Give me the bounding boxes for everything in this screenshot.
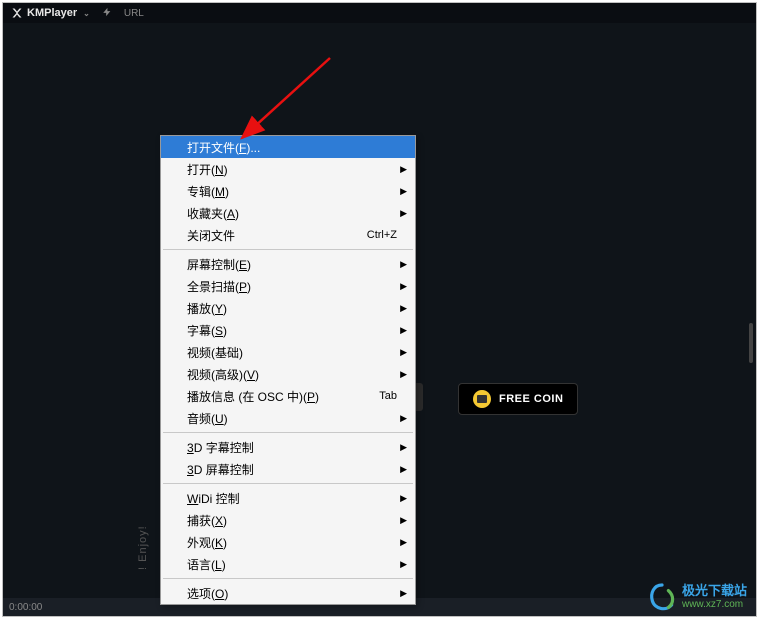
watermark-cn: 极光下载站 <box>682 584 747 598</box>
menu-item-0[interactable]: 打开文件(F)... <box>161 136 415 158</box>
submenu-arrow-icon: ▶ <box>400 281 407 292</box>
submenu-arrow-icon: ▶ <box>400 442 407 453</box>
menu-item-12[interactable]: 播放信息 (在 OSC 中)(P)Tab <box>161 385 415 407</box>
menu-item-label: 专辑(M) <box>187 183 403 200</box>
submenu-arrow-icon: ▶ <box>400 559 407 570</box>
submenu-arrow-icon: ▶ <box>400 369 407 380</box>
watermark-icon <box>646 581 678 613</box>
app-logo[interactable]: KMPlayer ⌄ <box>11 7 90 19</box>
menu-item-label: 播放信息 (在 OSC 中)(P) <box>187 388 379 405</box>
coin-icon <box>473 390 491 408</box>
kmplayer-icon <box>11 7 23 19</box>
submenu-arrow-icon: ▶ <box>400 537 407 548</box>
menu-shortcut: Tab <box>379 390 397 402</box>
submenu-arrow-icon: ▶ <box>400 325 407 336</box>
menu-item-15[interactable]: 3D 字幕控制▶ <box>161 436 415 458</box>
dropdown-caret-icon: ⌄ <box>83 9 90 18</box>
menu-item-18[interactable]: WiDi 控制▶ <box>161 487 415 509</box>
menu-item-label: WiDi 控制 <box>187 490 403 507</box>
menu-item-19[interactable]: 捕获(X)▶ <box>161 509 415 531</box>
menu-item-label: 音频(U) <box>187 410 403 427</box>
menu-separator <box>163 432 413 433</box>
menu-separator <box>163 249 413 250</box>
submenu-arrow-icon: ▶ <box>400 493 407 504</box>
menu-item-10[interactable]: 视频(基础)▶ <box>161 341 415 363</box>
menu-item-20[interactable]: 外观(K)▶ <box>161 531 415 553</box>
menu-item-label: 打开(N) <box>187 161 403 178</box>
menu-item-label: 屏幕控制(E) <box>187 256 403 273</box>
free-coin-label: FREE COIN <box>499 393 563 405</box>
side-handle[interactable] <box>749 323 753 363</box>
menu-item-label: 收藏夹(A) <box>187 205 403 222</box>
menu-item-label: 字幕(S) <box>187 322 403 339</box>
submenu-arrow-icon: ▶ <box>400 464 407 475</box>
context-menu: 打开文件(F)...打开(N)▶专辑(M)▶收藏夹(A)▶关闭文件Ctrl+Z屏… <box>160 135 416 605</box>
url-button[interactable]: URL <box>124 8 144 19</box>
menu-shortcut: Ctrl+Z <box>367 229 397 241</box>
submenu-arrow-icon: ▶ <box>400 259 407 270</box>
menu-item-3[interactable]: 收藏夹(A)▶ <box>161 202 415 224</box>
watermark: 极光下载站 www.xz7.com <box>646 581 747 613</box>
menu-item-label: 3D 屏幕控制 <box>187 461 403 478</box>
menu-item-11[interactable]: 视频(高级)(V)▶ <box>161 363 415 385</box>
submenu-arrow-icon: ▶ <box>400 347 407 358</box>
free-coin-button[interactable]: FREE COIN <box>458 383 578 415</box>
menu-item-9[interactable]: 字幕(S)▶ <box>161 319 415 341</box>
menu-item-13[interactable]: 音频(U)▶ <box>161 407 415 429</box>
enjoy-text: ! Enjoy! <box>137 525 149 570</box>
menu-item-23[interactable]: 选项(O)▶ <box>161 582 415 604</box>
menu-item-8[interactable]: 播放(Y)▶ <box>161 297 415 319</box>
submenu-arrow-icon: ▶ <box>400 164 407 175</box>
menu-item-label: 关闭文件 <box>187 227 367 244</box>
menu-item-label: 播放(Y) <box>187 300 403 317</box>
menu-item-16[interactable]: 3D 屏幕控制▶ <box>161 458 415 480</box>
lightning-icon[interactable] <box>102 7 112 20</box>
submenu-arrow-icon: ▶ <box>400 303 407 314</box>
menu-item-label: 全景扫描(P) <box>187 278 403 295</box>
time-display: 0:00:00 <box>9 602 42 613</box>
menu-separator <box>163 483 413 484</box>
titlebar: KMPlayer ⌄ URL <box>3 3 756 23</box>
menu-item-label: 3D 字幕控制 <box>187 439 403 456</box>
submenu-arrow-icon: ▶ <box>400 413 407 424</box>
menu-item-label: 捕获(X) <box>187 512 403 529</box>
submenu-arrow-icon: ▶ <box>400 208 407 219</box>
submenu-arrow-icon: ▶ <box>400 515 407 526</box>
menu-item-21[interactable]: 语言(L)▶ <box>161 553 415 575</box>
menu-item-1[interactable]: 打开(N)▶ <box>161 158 415 180</box>
menu-separator <box>163 578 413 579</box>
menu-item-6[interactable]: 屏幕控制(E)▶ <box>161 253 415 275</box>
submenu-arrow-icon: ▶ <box>400 588 407 599</box>
menu-item-label: 视频(高级)(V) <box>187 366 403 383</box>
menu-item-label: 语言(L) <box>187 556 403 573</box>
watermark-url: www.xz7.com <box>682 599 747 610</box>
menu-item-label: 视频(基础) <box>187 344 403 361</box>
menu-item-label: 外观(K) <box>187 534 403 551</box>
submenu-arrow-icon: ▶ <box>400 186 407 197</box>
menu-item-2[interactable]: 专辑(M)▶ <box>161 180 415 202</box>
menu-item-label: 选项(O) <box>187 585 403 602</box>
app-name: KMPlayer <box>27 7 77 19</box>
menu-item-7[interactable]: 全景扫描(P)▶ <box>161 275 415 297</box>
menu-item-4[interactable]: 关闭文件Ctrl+Z <box>161 224 415 246</box>
menu-item-label: 打开文件(F)... <box>187 139 403 156</box>
